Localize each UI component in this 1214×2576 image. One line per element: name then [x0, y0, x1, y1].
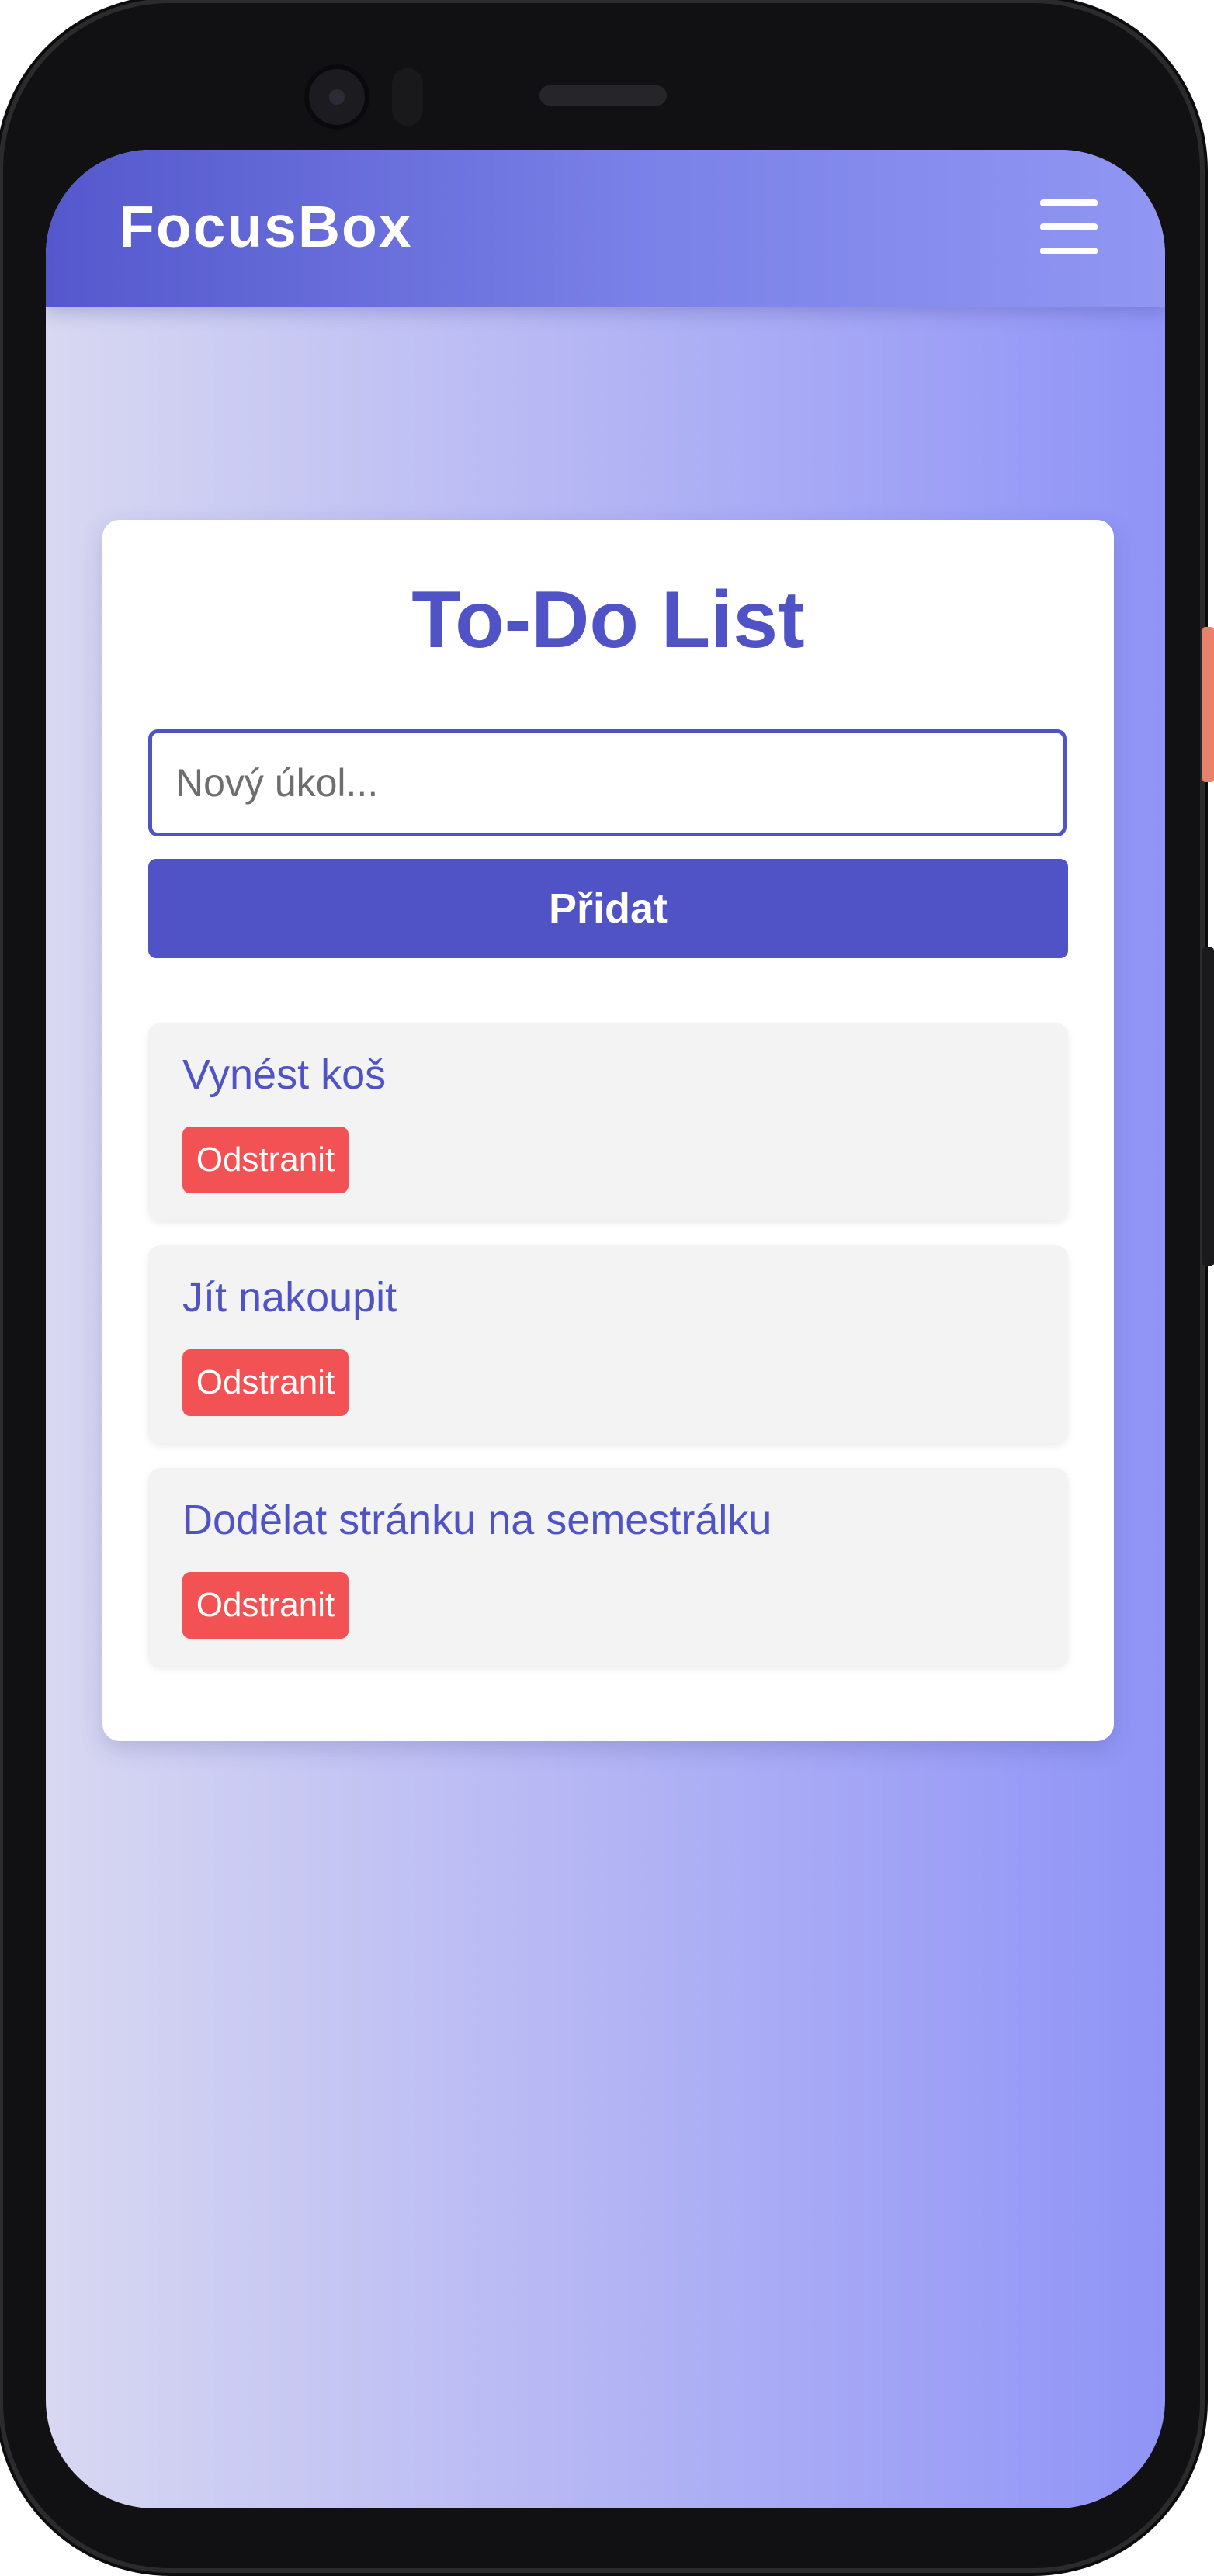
hamburger-menu-icon[interactable] [1037, 199, 1101, 255]
task-text: Dodělat stránku na semestrálku [182, 1497, 772, 1543]
speaker-grille [539, 85, 667, 106]
delete-task-button[interactable]: Odstranit [182, 1349, 349, 1416]
page-title: To-Do List [411, 575, 805, 665]
app-screen: FocusBox To-Do List Přidat Vynést koš Od… [46, 150, 1165, 2508]
phone-side-button [1202, 627, 1214, 782]
task-item: Jít nakoupit Odstranit [148, 1245, 1068, 1443]
brand-logo[interactable]: FocusBox [119, 193, 413, 260]
delete-task-button[interactable]: Odstranit [182, 1127, 349, 1193]
new-task-input[interactable] [148, 729, 1067, 836]
sensor-icon [392, 68, 423, 126]
todo-card: To-Do List Přidat Vynést koš Odstranit J… [102, 520, 1114, 1741]
camera-icon [304, 64, 369, 130]
navbar: FocusBox [46, 150, 1165, 307]
task-text: Vynést koš [182, 1051, 387, 1098]
delete-task-button[interactable]: Odstranit [182, 1572, 349, 1639]
task-item: Dodělat stránku na semestrálku Odstranit [148, 1468, 1068, 1666]
phone-volume-button [1202, 947, 1214, 1266]
add-task-button[interactable]: Přidat [148, 859, 1068, 958]
task-item: Vynést koš Odstranit [148, 1023, 1068, 1220]
task-text: Jít nakoupit [182, 1274, 397, 1321]
